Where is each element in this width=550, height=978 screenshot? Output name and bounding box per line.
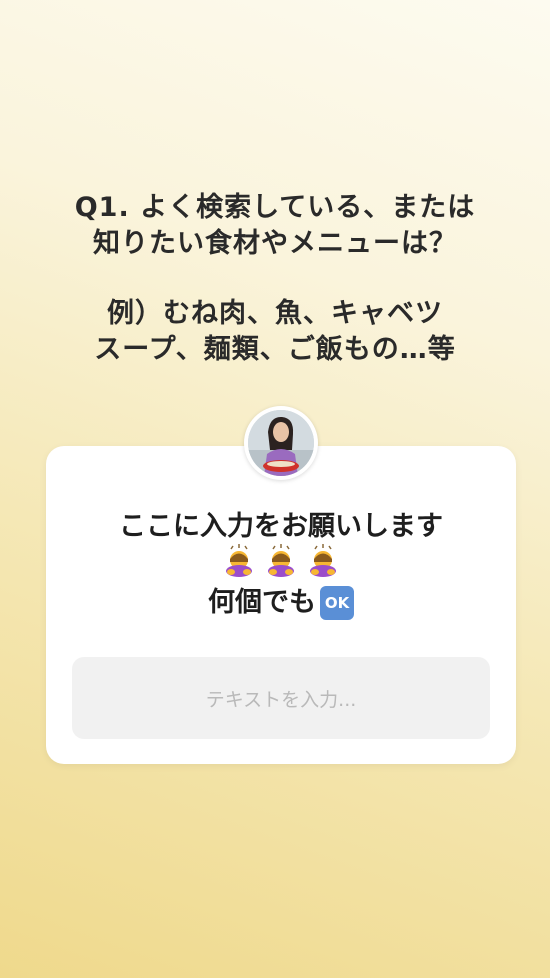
emoji-row xyxy=(46,543,516,584)
prompt-line-3-row: 何個でも OK xyxy=(46,584,516,622)
question-line-4: スープ、麺類、ご飯もの…等 xyxy=(94,334,456,365)
person-bowing-icon xyxy=(306,543,340,588)
avatar xyxy=(244,406,318,480)
person-bowing-icon xyxy=(222,543,256,588)
answer-input[interactable]: テキストを入力... xyxy=(72,657,490,739)
question-text: Q1. よく検索している、または 知りたい食材やメニューは？ 例）むね肉、魚、キ… xyxy=(0,190,550,368)
person-bowing-icon xyxy=(264,543,298,588)
prompt-line-3: 何個でも xyxy=(208,587,316,618)
question-line-1: Q1. よく検索している、または xyxy=(74,192,476,223)
question-line-2: 知りたい食材やメニューは？ xyxy=(93,228,457,259)
ok-button-icon: OK xyxy=(320,586,354,620)
answer-input-placeholder: テキストを入力... xyxy=(205,688,357,711)
question-line-3: 例）むね肉、魚、キャベツ xyxy=(107,298,443,329)
prompt-line-1: ここに入力をお願いします xyxy=(119,511,443,542)
question-sticker-card: ここに入力をお願いします 何個でも OK テキストを入力... xyxy=(46,446,516,764)
card-prompt: ここに入力をお願いします 何個でも OK xyxy=(46,508,516,622)
avatar-photo xyxy=(248,410,314,476)
